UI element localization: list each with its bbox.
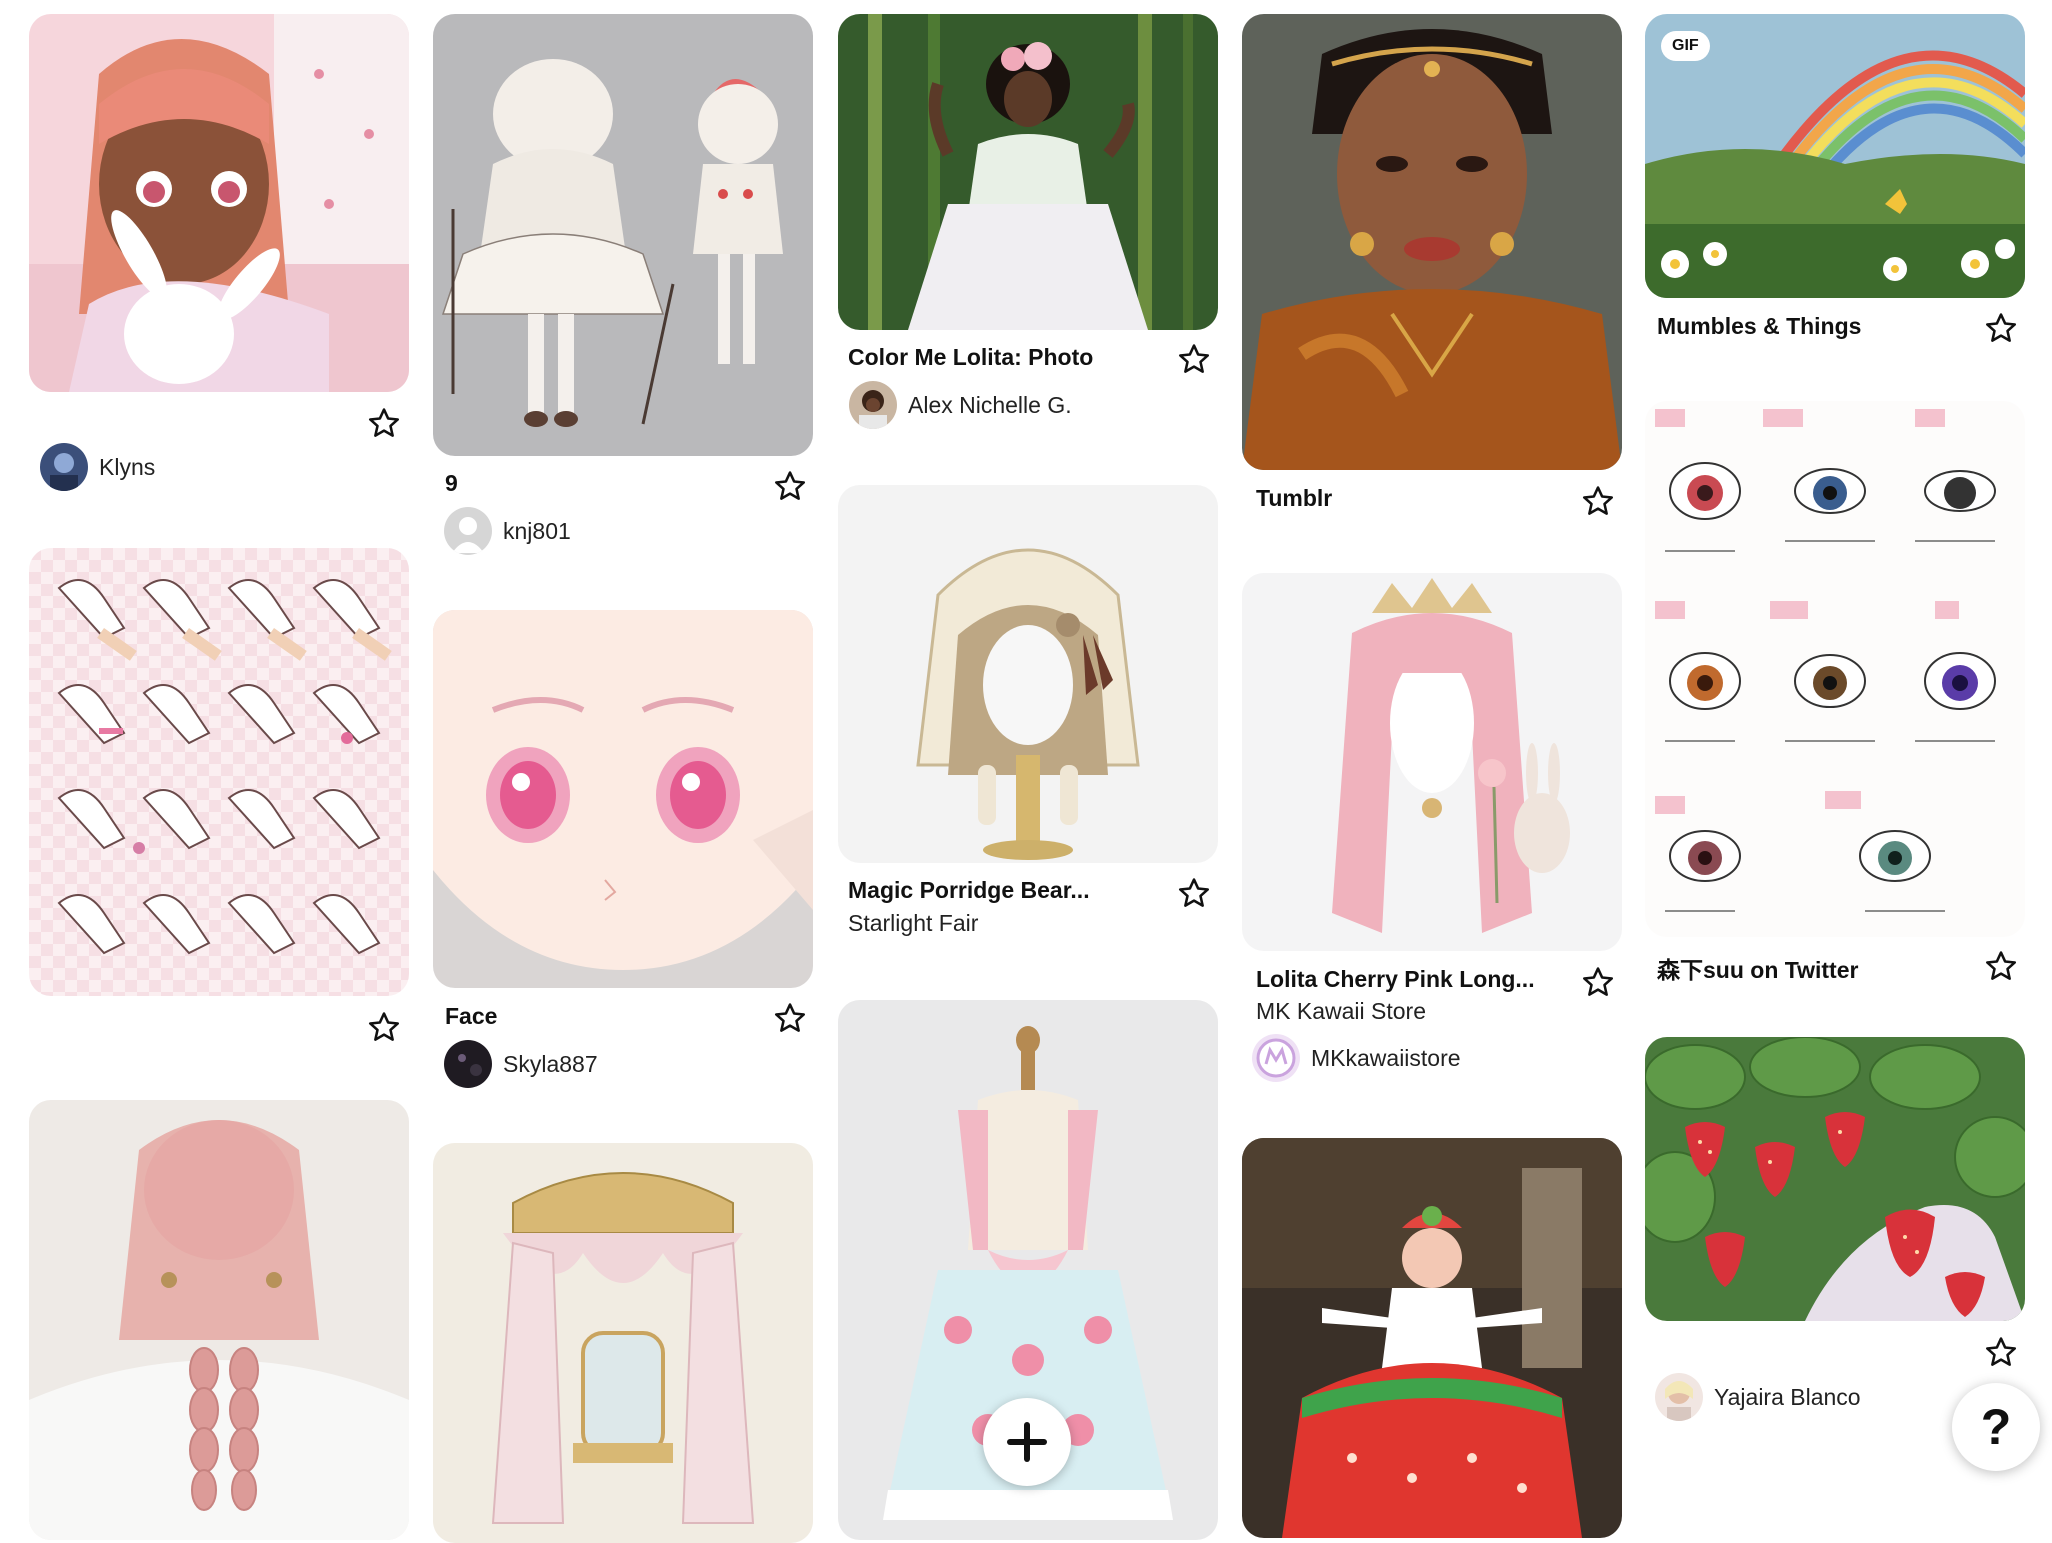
save-star-icon[interactable] xyxy=(1984,311,2018,345)
gif-badge: GIF xyxy=(1661,31,1710,61)
author-name: Yajaira Blanco xyxy=(1714,1383,1861,1410)
author-name: Klyns xyxy=(99,453,156,480)
pin-title[interactable]: Lolita Cherry Pink Long... xyxy=(1256,966,1535,993)
save-star-icon[interactable] xyxy=(367,1010,401,1044)
avatar xyxy=(40,443,88,491)
pin-image[interactable] xyxy=(838,14,1218,330)
pin-author[interactable]: Skyla887 xyxy=(444,1040,598,1088)
author-name: Alex Nichelle G. xyxy=(908,391,1072,418)
pin-title[interactable]: Face xyxy=(445,1003,497,1030)
avatar xyxy=(444,1040,492,1088)
save-star-icon[interactable] xyxy=(1581,965,1615,999)
save-star-icon[interactable] xyxy=(1581,484,1615,518)
pin-image[interactable] xyxy=(29,14,409,392)
pin-title[interactable]: Mumbles & Things xyxy=(1657,313,1861,340)
pin-image[interactable] xyxy=(1242,14,1622,470)
save-star-icon[interactable] xyxy=(773,1001,807,1035)
default-avatar-icon xyxy=(444,507,492,555)
pin-title[interactable]: 9 xyxy=(445,470,458,497)
pin-title[interactable]: 森下suu on Twitter xyxy=(1657,951,1858,985)
save-star-icon[interactable] xyxy=(1984,1335,2018,1369)
pin-subtitle: Starlight Fair xyxy=(848,910,979,936)
avatar xyxy=(1655,1373,1703,1421)
pin-title[interactable]: Color Me Lolita: Photo xyxy=(848,344,1093,371)
save-star-icon[interactable] xyxy=(1177,342,1211,376)
pin-image[interactable] xyxy=(1242,1138,1622,1538)
create-pin-button[interactable] xyxy=(983,1398,1071,1486)
help-button[interactable]: ? xyxy=(1952,1383,2040,1471)
pin-image[interactable] xyxy=(1645,401,2025,937)
pin-image[interactable] xyxy=(29,548,409,996)
pin-image[interactable] xyxy=(1242,573,1622,951)
save-star-icon[interactable] xyxy=(367,406,401,440)
pin-image[interactable] xyxy=(29,1100,409,1540)
pin-author[interactable]: Klyns xyxy=(40,443,155,491)
pin-image[interactable] xyxy=(838,485,1218,863)
pin-image[interactable] xyxy=(433,610,813,988)
save-star-icon[interactable] xyxy=(773,469,807,503)
save-star-icon[interactable] xyxy=(1984,949,2018,983)
author-name: knj801 xyxy=(503,517,571,544)
pin-author[interactable]: Alex Nichelle G. xyxy=(849,381,1072,429)
author-name: MKkawaiistore xyxy=(1311,1044,1461,1071)
save-star-icon[interactable] xyxy=(1177,876,1211,910)
pin-image[interactable]: GIF xyxy=(1645,14,2025,298)
plus-icon xyxy=(1005,1420,1049,1464)
pin-image[interactable] xyxy=(433,1143,813,1543)
pin-title[interactable]: Magic Porridge Bear... xyxy=(848,877,1090,904)
pin-image[interactable] xyxy=(1645,1037,2025,1321)
pin-author[interactable]: MKkawaiistore xyxy=(1252,1034,1461,1082)
avatar xyxy=(849,381,897,429)
avatar xyxy=(1252,1034,1300,1082)
pin-title[interactable]: Tumblr xyxy=(1256,485,1332,512)
question-icon: ? xyxy=(1980,1399,2012,1455)
pin-author[interactable]: Yajaira Blanco xyxy=(1655,1373,1861,1421)
pin-subtitle: MK Kawaii Store xyxy=(1256,998,1427,1024)
pin-author[interactable]: knj801 xyxy=(444,507,571,555)
pin-image[interactable] xyxy=(433,14,813,456)
author-name: Skyla887 xyxy=(503,1050,598,1077)
